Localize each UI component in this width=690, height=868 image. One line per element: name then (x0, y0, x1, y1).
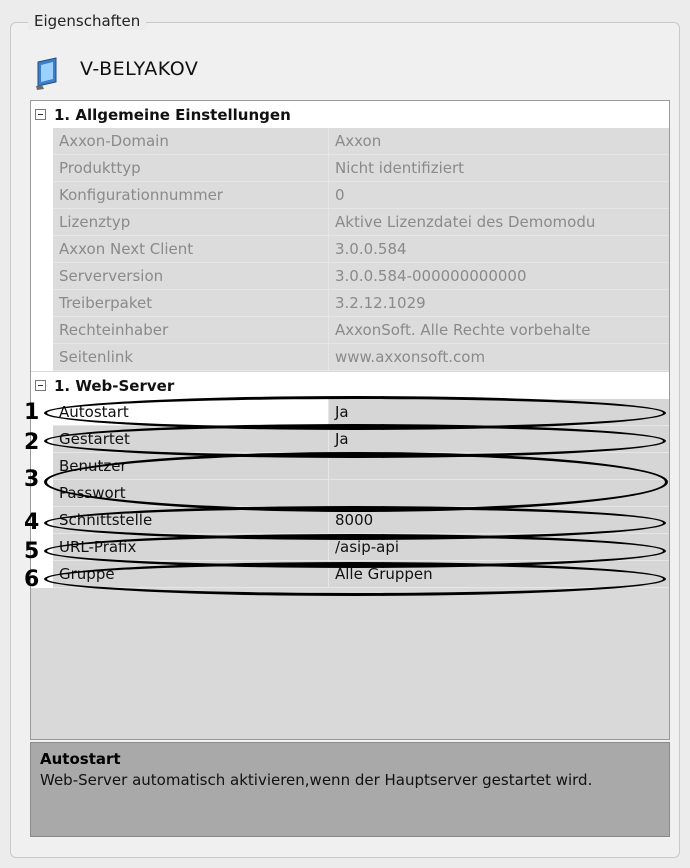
property-value: 0 (329, 182, 669, 209)
property-name: Axxon Next Client (53, 236, 329, 263)
property-name: Serverversion (53, 263, 329, 290)
category-label: 1. Web-Server (54, 376, 175, 395)
property-name: Rechteinhaber (53, 317, 329, 344)
property-row[interactable]: Produkttyp Nicht identifiziert (31, 155, 669, 182)
collapse-icon[interactable] (35, 380, 46, 391)
annotation-number: 1 (24, 400, 40, 425)
category-label: 1. Allgemeine Einstellungen (54, 105, 291, 124)
property-row[interactable]: Lizenztyp Aktive Lizenzdatei des Demomod… (31, 209, 669, 236)
property-row[interactable]: Axxon-Domain Axxon (31, 128, 669, 155)
property-value: 3.0.0.584-000000000000 (329, 263, 669, 290)
annotation-number: 3 (24, 467, 40, 492)
property-name: Seitenlink (53, 344, 329, 371)
annotation-number: 5 (24, 539, 40, 564)
property-name: Lizenztyp (53, 209, 329, 236)
description-text: Web-Server automatisch aktivieren,wenn d… (40, 771, 593, 789)
property-value: AxxonSoft. Alle Rechte vorbehalte (329, 317, 669, 344)
annotation-oval (44, 452, 668, 512)
monitor-icon (36, 57, 57, 90)
description-panel: Autostart Web-Server automatisch aktivie… (30, 742, 670, 837)
annotation-number: 4 (24, 510, 40, 535)
panel-group-label: Eigenschaften (28, 12, 147, 30)
category-web-server[interactable]: 1. Web-Server (31, 372, 669, 399)
annotation-number: 6 (24, 567, 40, 592)
property-value: 3.2.12.1029 (329, 290, 669, 317)
collapse-icon[interactable] (35, 109, 46, 120)
property-value: Aktive Lizenzdatei des Demomodu (329, 209, 669, 236)
property-row[interactable]: Serverversion 3.0.0.584-000000000000 (31, 263, 669, 290)
property-row[interactable]: Axxon Next Client 3.0.0.584 (31, 236, 669, 263)
property-value: Nicht identifiziert (329, 155, 669, 182)
property-name: Produkttyp (53, 155, 329, 182)
annotation-oval (44, 562, 666, 596)
property-value: Axxon (329, 128, 669, 155)
property-name: Konfigurationnummer (53, 182, 329, 209)
property-row[interactable]: Treiberpaket 3.2.12.1029 (31, 290, 669, 317)
property-row[interactable]: Seitenlink www.axxonsoft.com (31, 344, 669, 371)
property-value: www.axxonsoft.com (329, 344, 669, 371)
annotation-number: 2 (24, 430, 40, 455)
property-name: Treiberpaket (53, 290, 329, 317)
property-row[interactable]: Konfigurationnummer 0 (31, 182, 669, 209)
device-name: V-BELYAKOV (80, 58, 199, 80)
category-general[interactable]: 1. Allgemeine Einstellungen (31, 101, 669, 128)
property-name: Axxon-Domain (53, 128, 329, 155)
description-title: Autostart (40, 750, 121, 768)
property-row[interactable]: Rechteinhaber AxxonSoft. Alle Rechte vor… (31, 317, 669, 344)
property-value: 3.0.0.584 (329, 236, 669, 263)
